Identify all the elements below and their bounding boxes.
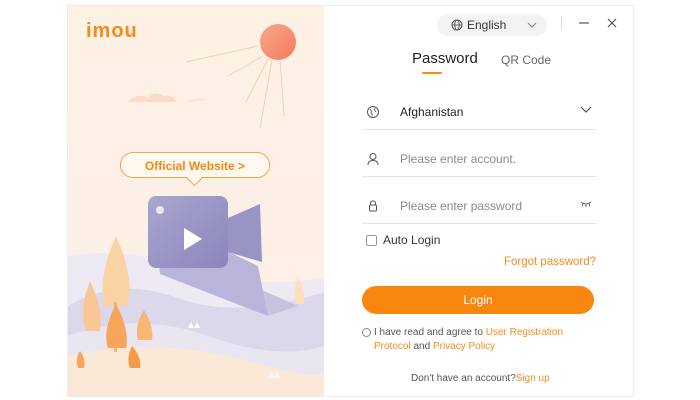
region-icon xyxy=(367,106,379,118)
protocol-link[interactable]: Protocol xyxy=(374,341,411,352)
official-website-button[interactable]: Official Website > xyxy=(120,152,270,178)
tab-password[interactable]: Password xyxy=(412,50,478,67)
user-registration-link[interactable]: User Registration xyxy=(486,327,563,338)
chevron-down-icon xyxy=(527,22,537,28)
login-panel: English Password QR Code Afghanistan Ple… xyxy=(324,6,633,396)
language-label: English xyxy=(467,18,507,32)
lock-icon xyxy=(369,200,377,212)
close-icon[interactable] xyxy=(605,16,619,30)
agreement-and: and xyxy=(410,341,433,352)
auto-login-label: Auto Login xyxy=(383,233,441,247)
signup-link[interactable]: Sign up xyxy=(516,373,550,384)
chevron-down-icon xyxy=(580,106,592,113)
tab-qr-code[interactable]: QR Code xyxy=(501,53,551,67)
eye-closed-icon[interactable] xyxy=(580,200,592,208)
title-bar-divider xyxy=(561,16,562,30)
agreement-text: I have read and agree to User Registrati… xyxy=(362,326,602,354)
forgot-password-link[interactable]: Forgot password? xyxy=(504,256,596,268)
imou-logo: imou xyxy=(86,20,138,42)
country-value: Afghanistan xyxy=(400,105,464,119)
signup-prompt: Don't have an account? xyxy=(411,373,516,384)
account-input[interactable] xyxy=(400,149,570,169)
illustration-panel: imou Official Website > xyxy=(68,6,324,396)
minimize-icon[interactable] xyxy=(577,16,591,30)
landscape-illustration xyxy=(68,6,324,396)
active-tab-indicator xyxy=(422,72,442,74)
privacy-policy-link[interactable]: Privacy Policy xyxy=(433,341,495,352)
user-icon xyxy=(367,153,379,166)
agreement-prefix: I have read and agree to xyxy=(374,327,486,338)
language-select[interactable]: English xyxy=(437,14,547,36)
globe-icon xyxy=(451,19,463,31)
login-window: imou Official Website > English Password… xyxy=(67,5,634,397)
password-input[interactable] xyxy=(400,196,570,216)
auto-login-option: Auto Login xyxy=(366,233,440,247)
login-button[interactable]: Login xyxy=(362,286,594,314)
agreement-radio[interactable] xyxy=(362,328,371,337)
auto-login-checkbox[interactable] xyxy=(366,235,377,246)
country-select[interactable]: Afghanistan xyxy=(362,94,596,130)
account-field xyxy=(362,141,596,177)
signup-row: Don't have an account?Sign up xyxy=(411,373,550,384)
password-field xyxy=(362,188,596,224)
